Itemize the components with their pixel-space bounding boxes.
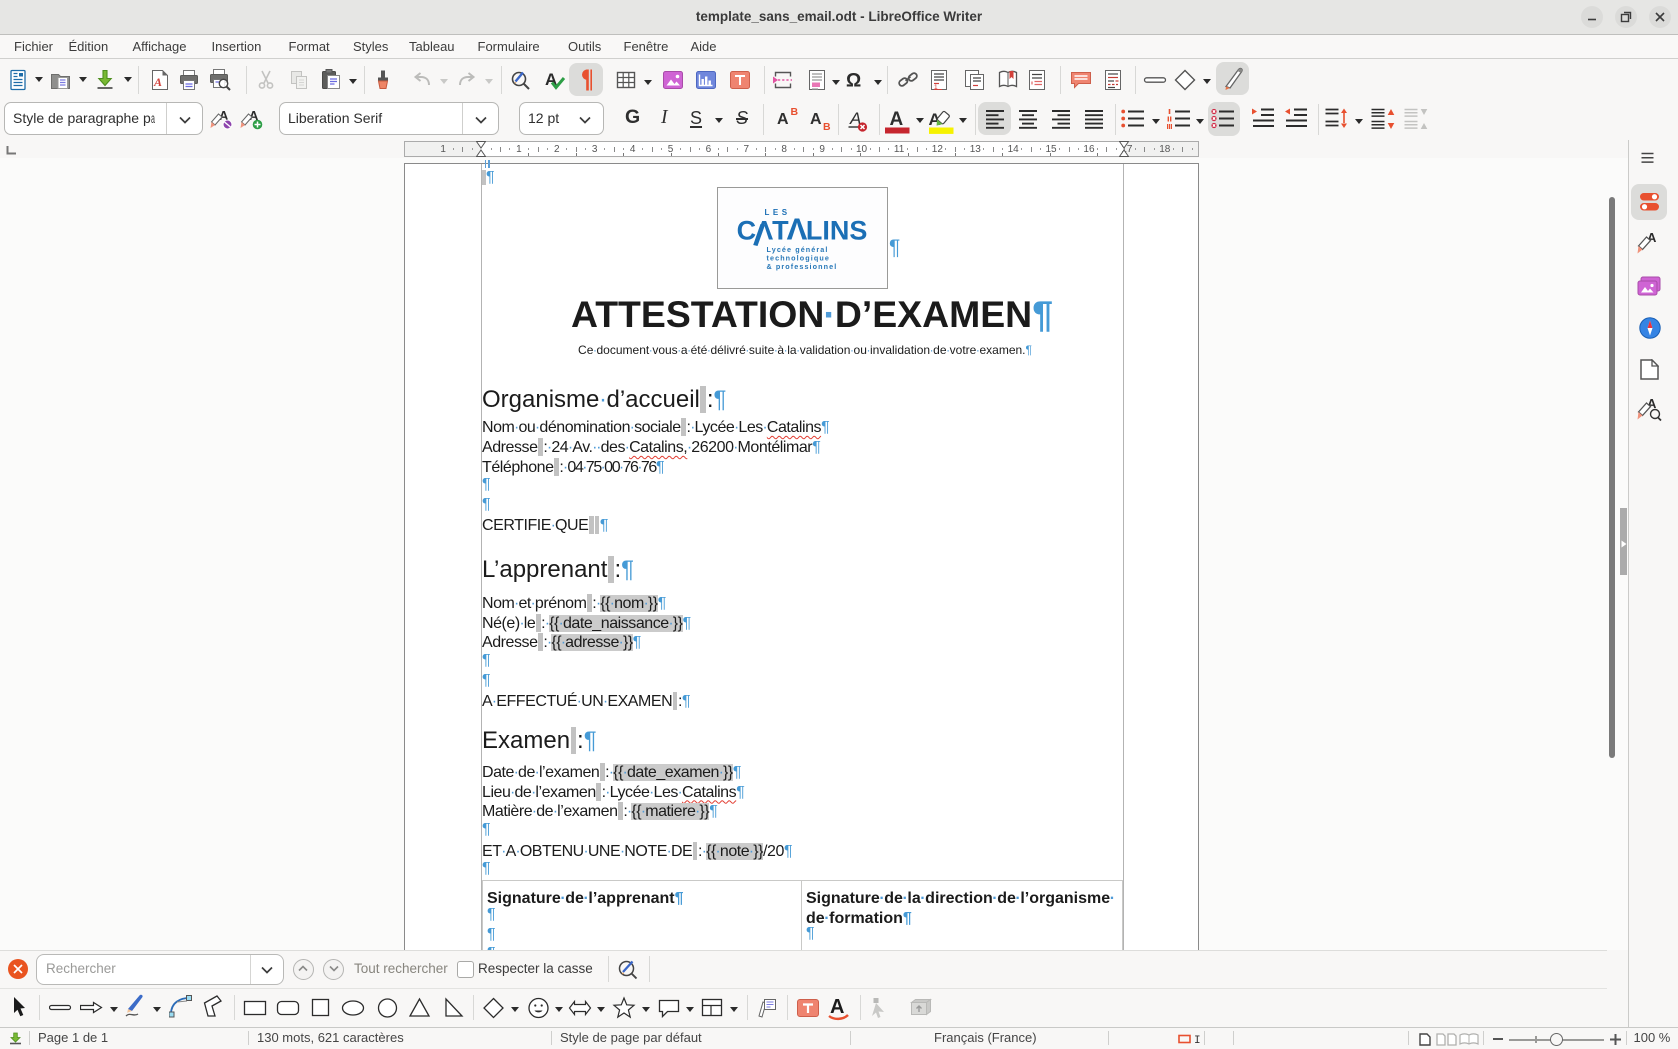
svg-text:A: A	[830, 996, 844, 1018]
svg-text:& professionnel: & professionnel	[767, 262, 838, 271]
svg-text:Ω: Ω	[846, 71, 861, 92]
svg-text:I: I	[1194, 1035, 1201, 1044]
svg-text:A: A	[153, 75, 162, 89]
svg-text:A: A	[890, 109, 904, 130]
